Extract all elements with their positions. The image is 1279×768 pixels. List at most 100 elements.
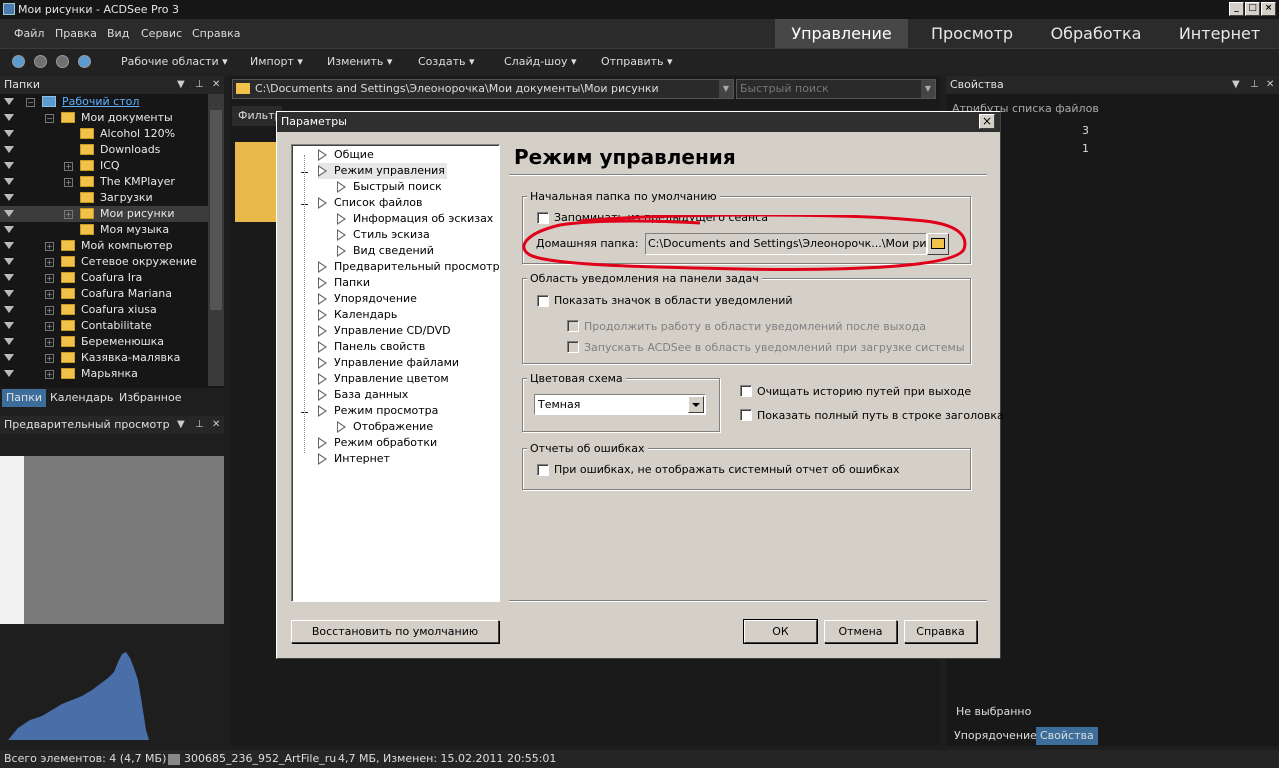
close-button[interactable]: × (1261, 2, 1276, 16)
expand-toggle-icon[interactable]: + (45, 306, 54, 315)
folder-marker-icon[interactable] (4, 194, 14, 201)
folder-marker-icon[interactable] (4, 146, 14, 153)
workspaces-menu[interactable]: Рабочие области ▾ (121, 55, 228, 68)
import-menu[interactable]: Импорт ▾ (250, 55, 303, 68)
options-nav-item[interactable]: Информация об эскизах (337, 211, 495, 227)
menu-edit[interactable]: Правка (55, 27, 97, 40)
expand-toggle-icon[interactable]: − (26, 98, 35, 107)
expand-toggle-icon[interactable]: + (45, 242, 54, 251)
folder-marker-icon[interactable] (4, 322, 14, 329)
expand-toggle-icon[interactable]: + (45, 290, 54, 299)
folder-tree-item[interactable]: + Марьянка (0, 366, 208, 382)
folder-tree-item[interactable]: + Contabilitate (0, 318, 208, 334)
folder-marker-icon[interactable] (4, 258, 14, 265)
ok-button[interactable]: ОК (743, 619, 818, 644)
expand-toggle-icon[interactable]: + (64, 162, 73, 171)
back-icon[interactable] (34, 55, 47, 68)
path-bar[interactable]: C:\Documents and Settings\Элеонорочка\Мо… (232, 79, 734, 99)
folder-marker-icon[interactable] (4, 242, 14, 249)
options-nav-item[interactable]: Управление цветом (318, 371, 451, 387)
forward-icon[interactable] (56, 55, 69, 68)
options-nav-item[interactable]: Упорядочение (318, 291, 419, 307)
folder-marker-icon[interactable] (4, 370, 14, 377)
filter-button[interactable]: Фильтр (232, 106, 282, 126)
folder-marker-icon[interactable] (4, 130, 14, 137)
folder-marker-icon[interactable] (4, 178, 14, 185)
folder-tree-item[interactable]: + Беременюшка (0, 334, 208, 350)
menu-tools[interactable]: Сервис (141, 27, 182, 40)
panel-close-icon[interactable]: ✕ (1266, 76, 1274, 94)
panel-close-icon[interactable]: ✕ (212, 416, 220, 434)
pin-icon[interactable]: ⊥ (195, 76, 204, 94)
folder-tree-item[interactable]: Моя музыка (0, 222, 208, 238)
panel-menu-icon[interactable]: ▼ (1232, 76, 1240, 94)
color-scheme-select[interactable]: Темная (534, 394, 706, 415)
cancel-button[interactable]: Отмена (824, 620, 897, 643)
tray-show-checkbox[interactable] (537, 295, 549, 307)
options-nav-item[interactable]: Быстрый поиск (337, 179, 444, 195)
options-nav-item[interactable]: Стиль эскиза (337, 227, 432, 243)
send-menu[interactable]: Отправить ▾ (601, 55, 673, 68)
options-nav-item[interactable]: Вид сведений (337, 243, 436, 259)
up-icon[interactable] (78, 55, 91, 68)
folder-tree-item[interactable]: + ICQ (0, 158, 208, 174)
options-nav-item[interactable]: Режим просмотра (318, 403, 440, 419)
full-path-checkbox[interactable] (740, 409, 752, 421)
tab-online[interactable]: Интернет (1160, 19, 1279, 48)
folder-tree-item[interactable]: + Казявка-малявка (0, 350, 208, 366)
expand-toggle-icon[interactable]: + (45, 322, 54, 331)
folder-marker-icon[interactable] (4, 98, 14, 105)
menu-file[interactable]: Файл (14, 27, 44, 40)
folder-marker-icon[interactable] (4, 114, 14, 121)
tab-organize[interactable]: Упорядочение (950, 727, 1041, 745)
pin-icon[interactable]: ⊥ (195, 416, 204, 434)
options-nav-item[interactable]: Управление CD/DVD (318, 323, 453, 339)
quick-search-input[interactable]: Быстрый поиск ▼ (736, 79, 936, 99)
folder-thumbnail[interactable] (235, 142, 277, 222)
tab-view[interactable]: Просмотр (912, 19, 1032, 48)
folder-tree-item[interactable]: + Сетевое окружение (0, 254, 208, 270)
panel-close-icon[interactable]: ✕ (212, 76, 220, 94)
options-nav-item[interactable]: Папки (318, 275, 372, 291)
options-nav-item[interactable]: Интернет (318, 451, 392, 467)
help-button[interactable]: Справка (904, 620, 977, 643)
minimize-button[interactable]: _ (1229, 2, 1244, 16)
folder-marker-icon[interactable] (4, 290, 14, 297)
folder-tree-item[interactable]: + Coafura Mariana (0, 286, 208, 302)
options-nav-item[interactable]: Общие (318, 147, 376, 163)
menu-help[interactable]: Справка (192, 27, 240, 40)
clear-history-checkbox[interactable] (740, 385, 752, 397)
tab-process[interactable]: Обработка (1036, 19, 1156, 48)
folder-tree-item[interactable]: + Мой компьютер (0, 238, 208, 254)
path-dropdown-icon[interactable]: ▼ (719, 80, 733, 98)
folder-marker-icon[interactable] (4, 162, 14, 169)
options-nav-item[interactable]: Список файлов (318, 195, 424, 211)
folder-tree-item[interactable]: Downloads (0, 142, 208, 158)
options-nav-item[interactable]: Предварительный просмотр (318, 259, 502, 275)
expand-toggle-icon[interactable]: + (45, 258, 54, 267)
panel-menu-icon[interactable]: ▼ (177, 76, 185, 94)
dialog-close-button[interactable]: × (979, 114, 995, 129)
folder-tree-item[interactable]: + The KMPlayer (0, 174, 208, 190)
tray-continue-checkbox[interactable] (567, 320, 579, 332)
expand-toggle-icon[interactable]: + (64, 210, 73, 219)
options-nav-item[interactable]: Режим управления (318, 163, 447, 179)
search-dropdown-icon[interactable]: ▼ (921, 80, 935, 98)
folder-tree-item[interactable]: − Рабочий стол (0, 94, 208, 110)
tray-launch-checkbox[interactable] (567, 341, 579, 353)
folder-tree-item[interactable]: − Мои документы (0, 110, 208, 126)
errors-checkbox[interactable] (537, 464, 549, 476)
restore-defaults-button[interactable]: Восстановить по умолчанию (291, 620, 499, 643)
slideshow-menu[interactable]: Слайд-шоу ▾ (504, 55, 577, 68)
expand-toggle-icon[interactable]: + (45, 338, 54, 347)
options-nav-item[interactable]: Отображение (337, 419, 435, 435)
pin-icon[interactable]: ⊥ (1250, 76, 1259, 94)
menu-view[interactable]: Вид (107, 27, 129, 40)
folder-marker-icon[interactable] (4, 210, 14, 217)
expand-toggle-icon[interactable]: + (64, 178, 73, 187)
tab-manage[interactable]: Управление (775, 19, 908, 48)
options-nav-item[interactable]: Календарь (318, 307, 399, 323)
folder-tree-item[interactable]: Загрузки (0, 190, 208, 206)
tab-favorites[interactable]: Избранное (115, 389, 185, 407)
folder-marker-icon[interactable] (4, 226, 14, 233)
